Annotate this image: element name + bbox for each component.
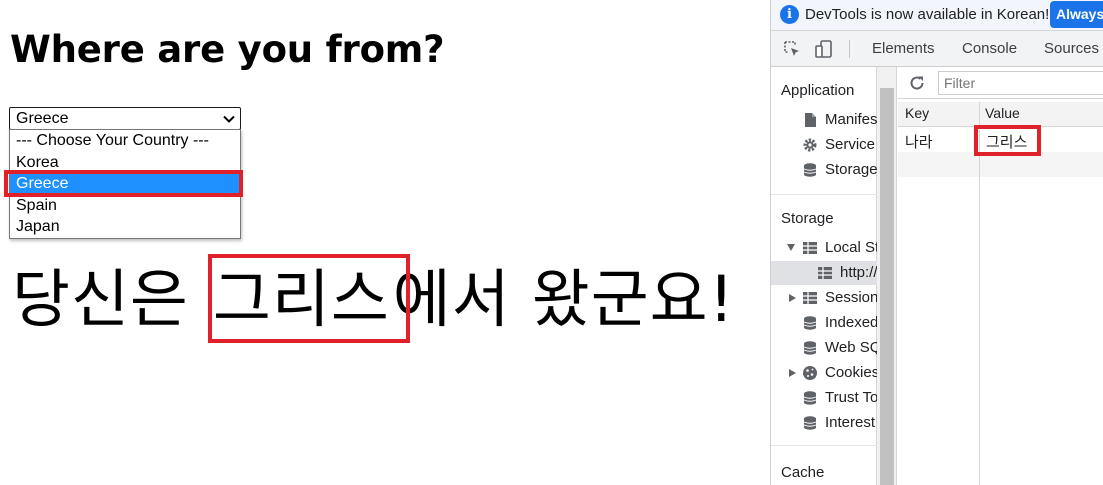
table-header: Key Value <box>898 102 1103 127</box>
infobar-message: DevTools is now available in Korean! <box>805 6 1050 23</box>
sidebar-item-manifest[interactable]: Manifest <box>771 108 877 132</box>
info-icon: i <box>780 5 799 24</box>
grid-icon <box>803 292 817 304</box>
expand-arrow-icon[interactable] <box>787 244 795 251</box>
column-header-key[interactable]: Key <box>905 105 929 121</box>
sidebar-item-label: Service Workers <box>825 136 877 153</box>
tab-sources[interactable]: Sources <box>1044 40 1099 57</box>
database-icon <box>803 316 817 330</box>
sidebar-item-label: http:// <box>840 264 877 281</box>
sidebar-item-web-sql[interactable]: Web SQL <box>771 336 877 360</box>
expand-arrow-icon[interactable] <box>789 369 796 377</box>
table-row-empty <box>898 152 1103 177</box>
column-header-value[interactable]: Value <box>985 105 1020 121</box>
filter-toolbar <box>898 67 1103 99</box>
result-suffix: 에서 왔군요! <box>392 263 735 336</box>
sidebar-item-service-workers[interactable]: Service Workers <box>771 133 877 157</box>
dropdown-option-greece[interactable]: Greece <box>10 173 240 195</box>
sidebar-item-local-storage[interactable]: Local Storage <box>771 236 877 260</box>
sidebar-scrollbar[interactable] <box>877 67 897 485</box>
database-icon <box>803 391 817 405</box>
always-match-language-button[interactable]: Always <box>1050 1 1103 28</box>
sidebar-item-label: Local Storage <box>825 239 877 256</box>
file-icon <box>805 113 816 127</box>
sidebar-item-cookies[interactable]: Cookies <box>771 361 877 385</box>
sidebar-item-label: Session Storage <box>825 289 877 306</box>
dropdown-option-korea[interactable]: Korea <box>10 152 240 174</box>
dropdown-option-japan[interactable]: Japan <box>10 216 240 238</box>
sidebar-item-session-storage[interactable]: Session Storage <box>771 286 877 310</box>
grid-icon <box>818 267 832 279</box>
sidebar-item-trust-tokens[interactable]: Trust Tokens <box>771 386 877 410</box>
column-divider <box>979 102 980 485</box>
result-prefix: 당신은 <box>12 263 210 336</box>
grid-icon <box>803 242 817 254</box>
cell-key: 나라 <box>905 133 933 151</box>
dropdown-option-spain[interactable]: Spain <box>10 195 240 217</box>
sidebar-item-local-storage-origin[interactable]: http:// <box>771 261 877 285</box>
sidebar-item-label: IndexedDB <box>825 314 877 331</box>
sidebar-item-storage[interactable]: Storage <box>771 158 877 182</box>
result-country: 그리스 <box>212 263 390 336</box>
sidebar-item-label: Trust Tokens <box>825 389 877 406</box>
sidebar-item-interest-groups[interactable]: Interest Groups <box>771 411 877 435</box>
sidebar-item-label: Cookies <box>825 364 877 381</box>
devtools-infobar: i DevTools is now available in Korean! A… <box>771 0 1103 31</box>
devtools-toolbar: Elements Console Sources <box>771 31 1103 67</box>
expand-arrow-icon[interactable] <box>789 294 796 302</box>
inspect-element-icon[interactable] <box>782 39 802 59</box>
sidebar-item-label: Interest Groups <box>825 414 877 431</box>
toolbar-separator <box>849 40 850 58</box>
gear-icon <box>803 138 817 152</box>
sidebar-heading-cache: Cache <box>781 464 825 481</box>
sidebar-item-label: Storage <box>825 161 877 178</box>
country-select-value: Greece <box>16 110 69 127</box>
devtools-panel: i DevTools is now available in Korean! A… <box>770 0 1103 485</box>
chevron-down-icon <box>223 115 235 123</box>
page-title: Where are you from? <box>10 28 445 71</box>
cell-value: 그리스 <box>986 133 1028 151</box>
dropdown-option-placeholder[interactable]: --- Choose Your Country --- <box>10 130 240 152</box>
database-icon <box>803 416 817 430</box>
result-message: 당신은 그리스에서 왔군요! <box>12 262 735 338</box>
sidebar-divider <box>771 445 877 446</box>
sidebar-scrollbar-thumb[interactable] <box>880 88 894 485</box>
table-row[interactable]: 나라 그리스 <box>898 127 1103 152</box>
database-icon <box>803 163 817 177</box>
sidebar-item-indexeddb[interactable]: IndexedDB <box>771 311 877 335</box>
sidebar-heading-application: Application <box>781 82 855 99</box>
sidebar-divider <box>771 194 877 195</box>
web-page: Where are you from? Greece --- Choose Yo… <box>0 0 770 485</box>
filter-input[interactable] <box>938 71 1103 95</box>
country-select[interactable]: Greece <box>9 107 241 130</box>
sidebar-item-label: Manifest <box>825 111 877 128</box>
storage-view: Key Value 나라 그리스 <box>898 67 1103 485</box>
tab-console[interactable]: Console <box>962 40 1017 57</box>
cookie-icon <box>803 366 817 380</box>
refresh-icon[interactable] <box>908 74 926 92</box>
sidebar-item-label: Web SQL <box>825 339 877 356</box>
sidebar-heading-storage: Storage <box>781 210 834 227</box>
database-icon <box>803 341 817 355</box>
device-toolbar-icon[interactable] <box>814 39 834 59</box>
tab-elements[interactable]: Elements <box>872 40 935 57</box>
country-dropdown-list: --- Choose Your Country --- Korea Greece… <box>9 129 241 239</box>
application-sidebar: Application Manifest Service Workers Sto… <box>771 67 877 485</box>
